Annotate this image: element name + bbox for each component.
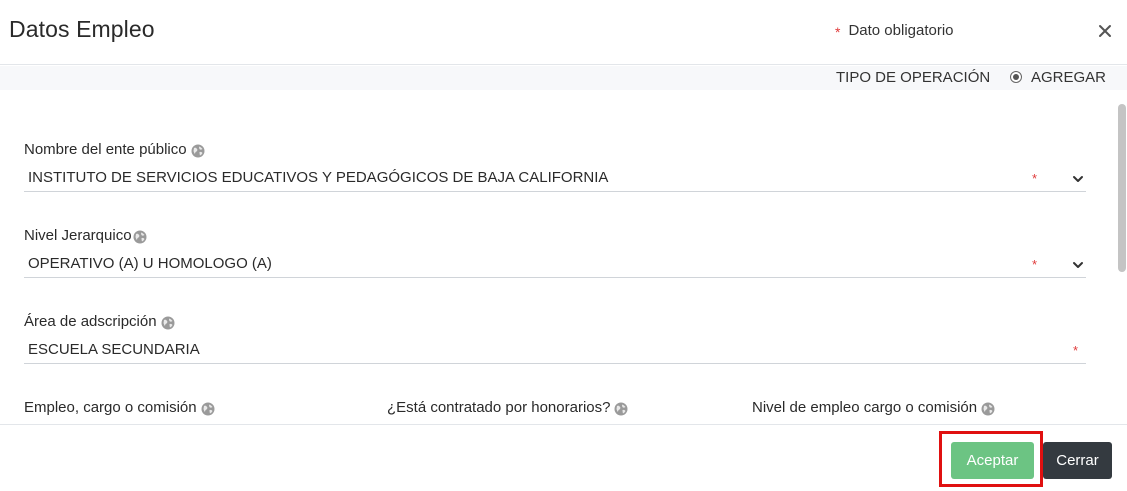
required-legend-text: Dato obligatorio <box>848 22 954 39</box>
nivel-jerarquico-label-text: Nivel Jerarquico <box>24 227 132 244</box>
nivel-jerarquico-label: Nivel Jerarquico <box>24 227 147 244</box>
modal-footer: Aceptar Cerrar <box>0 424 1127 491</box>
close-icon[interactable] <box>1095 21 1115 41</box>
globe-icon <box>614 402 628 416</box>
nivel-jerarquico-value: OPERATIVO (A) U HOMOLOGO (A) <box>28 255 272 272</box>
required-legend: * Dato obligatorio <box>835 22 954 40</box>
operation-type-label: TIPO DE OPERACIÓN <box>836 69 991 86</box>
globe-icon <box>133 230 147 244</box>
scrollbar[interactable] <box>1117 104 1127 274</box>
modal-header: Datos Empleo * Dato obligatorio <box>0 0 1127 65</box>
scrollbar-thumb[interactable] <box>1118 104 1126 272</box>
required-asterisk: * <box>1032 257 1038 272</box>
globe-icon <box>201 402 215 416</box>
ente-publico-label-text: Nombre del ente público <box>24 141 187 158</box>
chevron-down-icon[interactable] <box>1072 173 1084 185</box>
empleo-cargo-label: Empleo, cargo o comisión <box>24 399 215 416</box>
globe-icon <box>161 316 175 330</box>
ente-publico-label: Nombre del ente público <box>24 141 205 158</box>
nivel-empleo-label-text: Nivel de empleo cargo o comisión <box>752 399 978 416</box>
honorarios-label-text: ¿Está contratado por honorarios? <box>387 399 611 416</box>
nivel-jerarquico-select[interactable]: OPERATIVO (A) U HOMOLOGO (A) * <box>24 252 1086 278</box>
required-asterisk: * <box>1073 343 1079 358</box>
datos-empleo-modal: Datos Empleo * Dato obligatorio TIPO DE … <box>0 0 1127 491</box>
modal-title: Datos Empleo <box>9 16 155 42</box>
radio-selected-icon[interactable] <box>1010 71 1022 83</box>
ente-publico-value: INSTITUTO DE SERVICIOS EDUCATIVOS Y PEDA… <box>28 169 609 186</box>
area-adscripcion-value: ESCUELA SECUNDARIA <box>28 341 200 358</box>
empleo-cargo-label-text: Empleo, cargo o comisión <box>24 399 197 416</box>
required-asterisk: * <box>835 23 841 40</box>
accept-button[interactable]: Aceptar <box>951 442 1034 479</box>
operation-type-value: AGREGAR <box>1031 69 1107 86</box>
honorarios-label: ¿Está contratado por honorarios? <box>387 399 628 416</box>
area-adscripcion-input[interactable]: ESCUELA SECUNDARIA * <box>24 338 1086 364</box>
ente-publico-select[interactable]: INSTITUTO DE SERVICIOS EDUCATIVOS Y PEDA… <box>24 166 1086 192</box>
required-asterisk: * <box>1032 171 1038 186</box>
modal-body: Nombre del ente público INSTITUTO DE SER… <box>0 90 1127 424</box>
close-button[interactable]: Cerrar <box>1043 442 1112 479</box>
area-adscripcion-label-text: Área de adscripción <box>24 313 157 330</box>
operation-type-bar: TIPO DE OPERACIÓN AGREGAR <box>0 66 1127 90</box>
area-adscripcion-label: Área de adscripción <box>24 313 175 330</box>
chevron-down-icon[interactable] <box>1072 259 1084 271</box>
nivel-empleo-label: Nivel de empleo cargo o comisión <box>752 399 995 416</box>
globe-icon <box>981 402 995 416</box>
globe-icon <box>191 144 205 158</box>
